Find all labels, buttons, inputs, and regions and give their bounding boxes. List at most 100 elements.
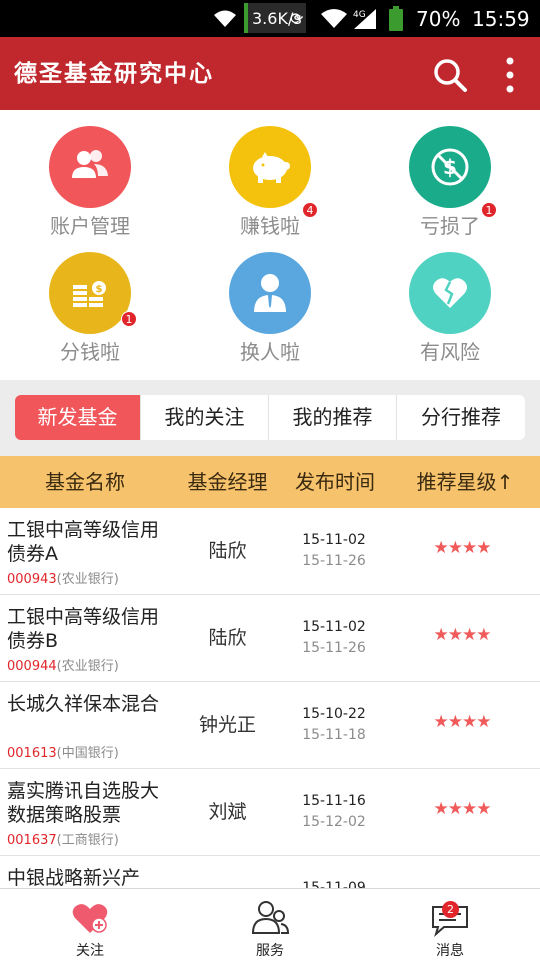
tab-my-follows[interactable]: 我的关注 [141, 395, 269, 440]
nav-label: 消息 [436, 943, 464, 959]
wifi-icon [212, 0, 238, 37]
publish-date: 15-11-02 [302, 619, 366, 635]
notification-badge: 1 [481, 202, 497, 218]
column-header-date[interactable]: 发布时间 [285, 456, 385, 508]
tab-my-recommend[interactable]: 我的推荐 [269, 395, 397, 440]
star-rating: ★★★★ [400, 799, 524, 823]
category-label: 分钱啦 [60, 340, 120, 364]
users-outline-icon [250, 899, 290, 937]
search-icon [434, 59, 467, 92]
fund-bank: (工商银行) [56, 833, 119, 848]
coins-icon: $ [49, 252, 131, 334]
fund-manager: 陆欣 [208, 627, 247, 649]
fund-list: 工银中高等级信用债券A 000943(农业银行) 陆欣 15-11-02 15-… [0, 508, 540, 888]
fund-name: 中银战略新兴产 [7, 867, 141, 888]
wifi-signal-icon [320, 0, 348, 37]
tab-new-funds[interactable]: 新发基金 [15, 395, 141, 440]
end-date: 15-11-26 [302, 553, 366, 569]
fund-code: 001637 [7, 833, 57, 848]
table-row[interactable]: 长城久祥保本混合 001613(中国银行) 钟光正 15-10-22 15-11… [0, 682, 540, 769]
publish-date: 15-11-09 [302, 880, 366, 888]
fund-manager: 刘斌 [208, 801, 247, 823]
category-label: 有风险 [420, 340, 480, 364]
star-rating: ★★★★ [400, 712, 524, 736]
column-header-rating[interactable]: 推荐星级↑ [400, 456, 530, 508]
svg-text:$: $ [443, 155, 457, 179]
person-icon [229, 252, 311, 334]
users-icon [49, 126, 131, 208]
end-date: 15-11-18 [302, 727, 366, 743]
publish-date: 15-11-16 [302, 793, 366, 809]
category-grid: 账户管理 赚钱啦 4 $ 亏损了 1 $ 分钱啦 1 换人啦 有风险 [0, 110, 540, 380]
network-type-label: 4G [353, 10, 366, 20]
fund-bank: (农业银行) [56, 659, 119, 674]
fund-manager: 陆欣 [208, 540, 247, 562]
category-manager-change[interactable]: 换人啦 [180, 236, 360, 364]
table-row[interactable]: 中银战略新兴产 15-11-09 [0, 856, 540, 888]
nav-label: 关注 [76, 943, 104, 959]
fund-bank: (中国银行) [56, 746, 119, 761]
category-profit[interactable]: 赚钱啦 4 [180, 110, 360, 238]
category-loss[interactable]: $ 亏损了 1 [360, 110, 540, 238]
column-header-name[interactable]: 基金名称 [0, 456, 170, 508]
fund-code-line: 001637(工商银行) [7, 829, 119, 848]
fund-name: 工银中高等级信用债券A [7, 519, 160, 565]
nav-messages[interactable]: 2 消息 [360, 889, 540, 960]
fund-code: 000944 [7, 659, 57, 674]
tab-branch-recommend[interactable]: 分行推荐 [397, 395, 525, 440]
battery-icon [388, 0, 404, 37]
filter-tabs-container: 新发基金 我的关注 我的推荐 分行推荐 [0, 380, 540, 456]
notification-badge: 1 [121, 311, 137, 327]
star-icons: ★★★★ [433, 625, 492, 645]
table-row[interactable]: 工银中高等级信用债券A 000943(农业银行) 陆欣 15-11-02 15-… [0, 508, 540, 595]
svg-text:$: $ [96, 284, 103, 295]
battery-percent: 70% [416, 6, 461, 31]
end-date: 15-12-02 [302, 814, 366, 830]
fund-code-line: 000943(农业银行) [7, 568, 119, 587]
category-label: 赚钱啦 [240, 214, 300, 238]
column-header-manager[interactable]: 基金经理 [170, 456, 285, 508]
end-date: 15-11-26 [302, 640, 366, 656]
star-icons: ★★★★ [433, 538, 492, 558]
notification-badge: 4 [302, 202, 318, 218]
more-vert-icon [506, 57, 514, 93]
no-dollar-icon: $ [409, 126, 491, 208]
nav-follow[interactable]: 关注 [0, 889, 180, 960]
app-header: 德圣基金研究中心 [0, 37, 540, 110]
table-header: 基金名称 基金经理 发布时间 推荐星级↑ [0, 456, 540, 508]
sync-icon: ⟳ [290, 9, 304, 28]
star-icons: ★★★★ [433, 712, 492, 732]
fund-name: 长城久祥保本混合 [7, 693, 160, 715]
fund-name: 工银中高等级信用债券B [7, 606, 160, 652]
star-rating: ★★★★ [400, 625, 524, 649]
broken-heart-icon [409, 252, 491, 334]
filter-tabs: 新发基金 我的关注 我的推荐 分行推荐 [15, 395, 525, 440]
nav-service[interactable]: 服务 [180, 889, 360, 960]
fund-code-line: 001613(中国银行) [7, 742, 119, 761]
fund-code-line: 000944(农业银行) [7, 655, 119, 674]
fund-bank: (农业银行) [56, 572, 119, 587]
category-dividend[interactable]: $ 分钱啦 1 [0, 236, 180, 364]
category-label: 亏损了 [420, 214, 480, 238]
app-title: 德圣基金研究中心 [14, 60, 214, 87]
category-label: 换人啦 [240, 340, 300, 364]
nav-label: 服务 [256, 943, 284, 959]
fund-code: 001613 [7, 746, 57, 761]
fund-name: 嘉实腾讯自选股大数据策略股票 [7, 780, 160, 826]
fund-code: 000943 [7, 572, 57, 587]
star-rating: ★★★★ [400, 538, 524, 562]
clock: 15:59 [472, 6, 530, 31]
category-risk[interactable]: 有风险 [360, 236, 540, 364]
search-button[interactable] [430, 55, 470, 95]
more-options-button[interactable] [495, 55, 525, 95]
table-row[interactable]: 工银中高等级信用债券B 000944(农业银行) 陆欣 15-11-02 15-… [0, 595, 540, 682]
category-account[interactable]: 账户管理 [0, 110, 180, 238]
fund-manager: 钟光正 [198, 714, 256, 736]
cell-signal-icon: 4G [352, 0, 378, 37]
publish-date: 15-10-22 [302, 706, 366, 722]
bottom-navigation: 关注 服务 2 消息 [0, 888, 540, 960]
category-label: 账户管理 [50, 214, 130, 238]
table-row[interactable]: 嘉实腾讯自选股大数据策略股票 001637(工商银行) 刘斌 15-11-16 … [0, 769, 540, 856]
status-bar: 3.6K/s ⟳ 4G 70% 15:59 [0, 0, 540, 37]
publish-date: 15-11-02 [302, 532, 366, 548]
